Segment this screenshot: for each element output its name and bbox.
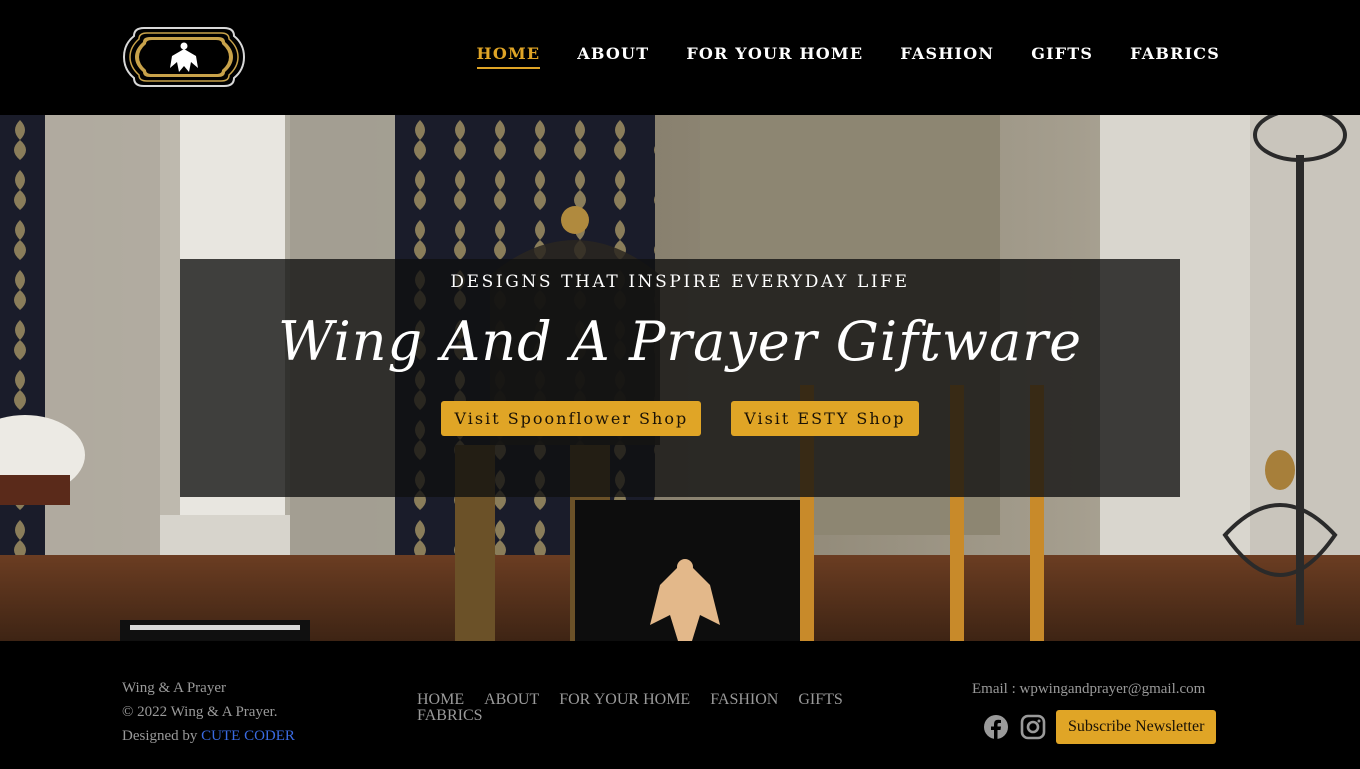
facebook-icon[interactable] [983,714,1009,740]
hero-tagline: DESIGNS THAT INSPIRE EVERYDAY LIFE [450,272,910,292]
etsy-shop-button[interactable]: Visit ESTY Shop [731,401,919,436]
footer-nav: HOME ABOUT FOR YOUR HOME FASHION GIFTS FABRIC… [417,692,917,724]
footer-credit-prefix: Designed by [122,728,198,744]
footer-nav-gifts[interactable]: GIFTS [798,691,842,708]
footer-nav-home[interactable]: HOME [417,691,464,708]
site-footer: Wing & A Prayer © 2022 Wing & A Prayer. … [0,641,1360,769]
nav-gifts[interactable]: GIFTS [1031,44,1093,69]
footer-brand: Wing & A Prayer [122,680,226,696]
footer-credit: Designed by CUTE CODER [122,724,295,748]
social-links [983,714,1046,740]
designer-link[interactable]: CUTE CODER [201,728,295,744]
spoonflower-shop-button[interactable]: Visit Spoonflower Shop [441,401,702,436]
hero-section: DESIGNS THAT INSPIRE EVERYDAY LIFE Wing … [0,115,1360,641]
main-nav: HOME ABOUT FOR YOUR HOME FASHION GIFTS F… [440,44,1220,69]
footer-nav-fashion[interactable]: FASHION [710,691,778,708]
footer-nav-fabrics[interactable]: FABRICS [417,707,483,724]
nav-for-your-home[interactable]: FOR YOUR HOME [686,44,863,69]
footer-nav-about[interactable]: ABOUT [484,691,539,708]
nav-home[interactable]: HOME [476,44,541,69]
hero-overlay: DESIGNS THAT INSPIRE EVERYDAY LIFE Wing … [180,259,1180,497]
site-header: HOME ABOUT FOR YOUR HOME FASHION GIFTS F… [0,0,1360,115]
footer-email[interactable]: Email : wpwingandprayer@gmail.com [972,681,1205,698]
nav-fabrics[interactable]: FABRICS [1130,44,1220,69]
instagram-icon[interactable] [1020,714,1046,740]
nav-about[interactable]: ABOUT [577,44,649,69]
subscribe-newsletter-button[interactable]: Subscribe Newsletter [1056,710,1217,744]
footer-nav-for-your-home[interactable]: FOR YOUR HOME [559,691,690,708]
logo-icon[interactable] [122,22,246,92]
nav-fashion[interactable]: FASHION [900,44,994,69]
footer-info: Wing & A Prayer © 2022 Wing & A Prayer. … [122,676,295,748]
footer-copyright: © 2022 Wing & A Prayer. [122,704,278,720]
hero-cta-row: Visit Spoonflower Shop Visit ESTY Shop [180,401,1180,436]
hero-title: Wing And A Prayer Giftware [277,310,1083,373]
